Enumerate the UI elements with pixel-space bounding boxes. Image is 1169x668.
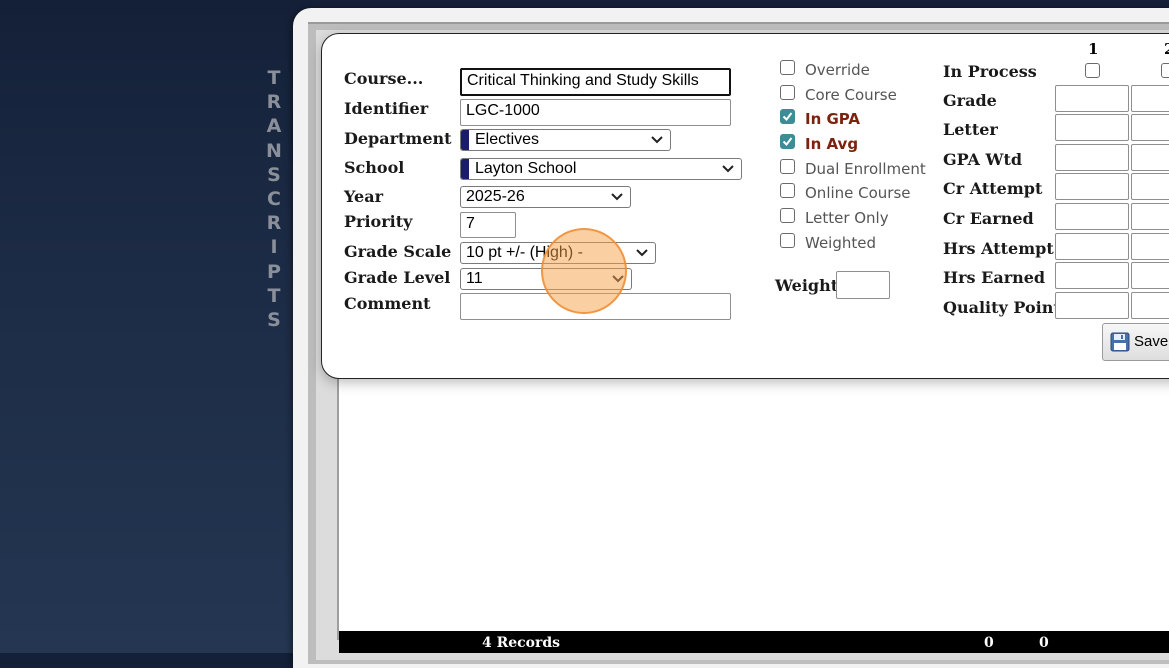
letter-only-label[interactable]: Letter Only [805,209,889,227]
in-gpa-checkbox[interactable] [780,109,795,124]
click-indicator [541,228,627,314]
course-input[interactable]: Critical Thinking and Study Skills [460,68,731,96]
year-select[interactable]: 2025-26 [460,186,631,208]
department-select-value: Electives [475,131,540,148]
identifier-label: Identifier [344,99,429,118]
chevron-down-icon [722,165,734,173]
save-button-label: Save [1134,333,1169,350]
hrs-earned-input-1[interactable] [1055,262,1129,289]
priority-input[interactable]: 7 [460,212,516,238]
in-avg-label[interactable]: In Avg [805,135,858,153]
letter-only-checkbox[interactable] [780,208,795,223]
in-gpa-label[interactable]: In GPA [805,110,860,128]
column-header-1: 1 [1088,40,1099,58]
letter-row-label: Letter [943,120,998,139]
side-letter: T [267,284,281,307]
weighted-label[interactable]: Weighted [805,234,876,252]
override-label[interactable]: Override [805,61,870,79]
year-select-value: 2025-26 [466,188,525,205]
core-course-label[interactable]: Core Course [805,86,897,104]
in-avg-checkbox[interactable] [780,134,795,149]
grade-level-label: Grade Level [344,268,451,287]
hrs-attempt-input-2[interactable] [1131,233,1169,260]
checkmark-icon [782,137,793,147]
save-button[interactable]: Save [1102,323,1169,361]
records-count: 4 Records [482,635,561,651]
chevron-down-icon [636,249,648,257]
year-label: Year [344,187,384,206]
records-footer: 4 Records 0 0 [339,631,1169,653]
dual-enrollment-label[interactable]: Dual Enrollment [805,160,926,178]
school-select-value: Layton School [475,160,577,177]
quality-points-input-1[interactable] [1055,292,1129,319]
online-course-label[interactable]: Online Course [805,184,911,202]
gpa-wtd-row-label: GPA Wtd [943,150,1023,169]
side-letter: R [266,91,282,114]
floppy-disk-icon [1110,332,1130,352]
dual-enrollment-checkbox[interactable] [780,159,795,174]
side-letter: A [266,115,282,138]
letter-input-2[interactable] [1131,114,1169,141]
letter-input-1[interactable] [1055,114,1129,141]
hrs-attempt-input-1[interactable] [1055,233,1129,260]
comment-label: Comment [344,294,431,313]
footer-total-1: 0 [984,635,994,651]
side-letter: T [267,67,281,89]
side-letter: P [267,260,281,283]
override-checkbox[interactable] [780,60,795,75]
gpa-wtd-input-2[interactable] [1131,144,1169,171]
weight-input[interactable] [836,271,890,299]
transcripts-vertical-label: T R A N S C R I P T S [264,66,284,332]
weight-label: Weight [775,276,839,295]
footer-total-2: 0 [1039,635,1049,651]
column-header-2: 2 [1164,40,1169,58]
cr-earned-input-2[interactable] [1131,203,1169,230]
in-process-checkbox-2[interactable] [1161,63,1169,78]
school-label: School [344,158,405,177]
side-letter: R [266,212,282,235]
in-process-checkbox-1[interactable] [1085,63,1100,78]
side-letter: I [270,236,278,259]
chevron-down-icon [611,193,623,201]
side-letter: S [267,163,281,186]
hrs-earned-row-label: Hrs Earned [943,268,1046,287]
quality-points-row-label: Quality Points [943,298,1070,317]
gpa-wtd-input-1[interactable] [1055,144,1129,171]
school-select[interactable]: Layton School [460,158,742,180]
cr-attempt-row-label: Cr Attempt [943,179,1043,198]
checkmark-icon [782,112,793,122]
priority-label: Priority [344,212,413,231]
course-edit-dialog [321,33,1169,379]
department-label: Department [344,129,452,148]
weighted-checkbox[interactable] [780,233,795,248]
side-letter: C [267,188,281,211]
records-list [337,350,1169,640]
chevron-down-icon [651,136,663,144]
department-select[interactable]: Electives [460,129,671,151]
side-letter: S [267,309,281,332]
grade-row-label: Grade [943,91,997,110]
quality-points-input-2[interactable] [1131,292,1169,319]
core-course-checkbox[interactable] [780,85,795,100]
in-process-label: In Process [943,62,1037,81]
grade-input-1[interactable] [1055,85,1129,112]
cr-earned-input-1[interactable] [1055,203,1129,230]
side-letter: N [266,139,282,162]
hrs-earned-input-2[interactable] [1131,262,1169,289]
cr-attempt-input-2[interactable] [1131,173,1169,200]
grade-scale-label: Grade Scale [344,242,452,261]
grade-input-2[interactable] [1131,85,1169,112]
online-course-checkbox[interactable] [780,183,795,198]
grade-level-select-value: 11 [466,270,483,287]
identifier-input[interactable]: LGC-1000 [460,99,731,126]
hrs-attempt-row-label: Hrs Attempt [943,239,1054,258]
cr-attempt-input-1[interactable] [1055,173,1129,200]
course-label[interactable]: Course... [344,69,423,88]
cr-earned-row-label: Cr Earned [943,209,1034,228]
